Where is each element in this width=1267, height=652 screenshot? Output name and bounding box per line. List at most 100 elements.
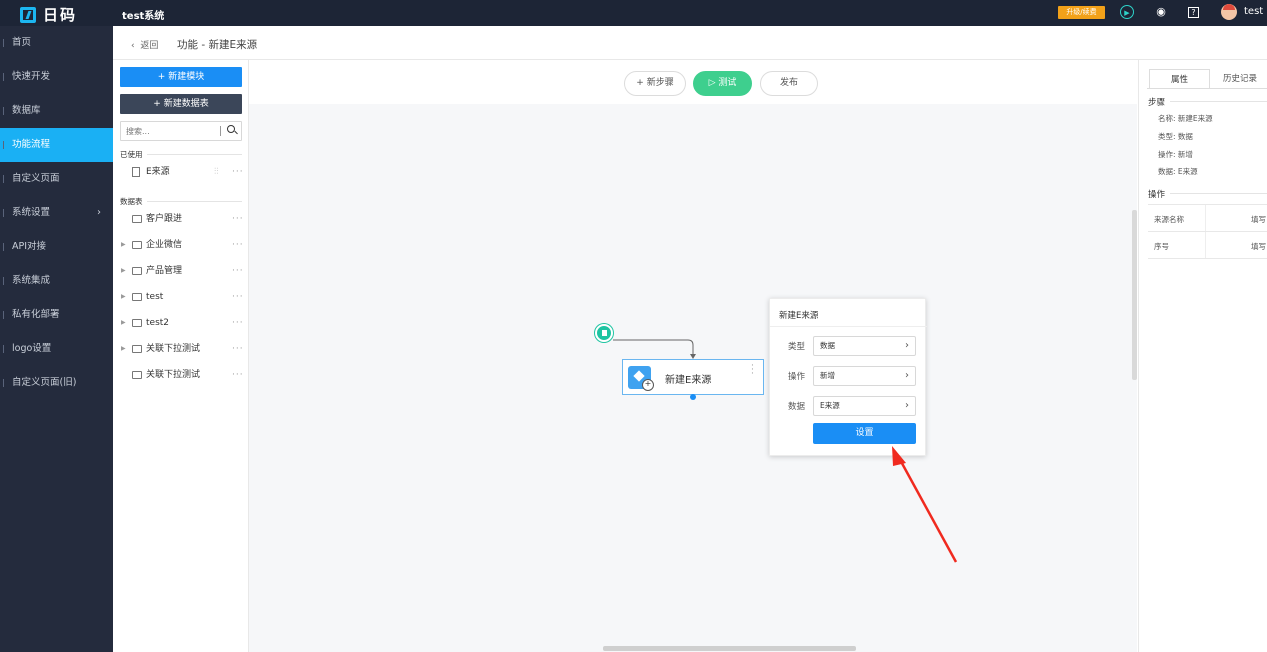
sidebar-item-quick-dev[interactable]: 快速开发: [0, 60, 113, 94]
operation-table: 来源名称 填写 序号 填写: [1148, 204, 1267, 259]
horizontal-scrollbar[interactable]: [603, 646, 856, 651]
divider: [770, 326, 927, 327]
type-label: 类型: [788, 342, 806, 352]
search-box: [120, 121, 242, 141]
step-name: 名称: 新建E来源: [1158, 114, 1213, 123]
more-icon[interactable]: ···: [232, 162, 244, 182]
sidebar-item-logo-settings[interactable]: logo设置: [0, 332, 113, 366]
back-link[interactable]: ‹ 返回: [131, 38, 158, 51]
publish-button[interactable]: 发布: [760, 71, 818, 96]
sidebar-item-database[interactable]: 数据库: [0, 94, 113, 128]
operation-select[interactable]: 新增 ›: [813, 366, 916, 386]
tab-history[interactable]: 历史记录: [1212, 69, 1267, 89]
table-item-label: 关联下拉测试: [146, 344, 201, 354]
caret-right-icon[interactable]: ▶: [121, 313, 126, 333]
help-icon[interactable]: ?: [1188, 7, 1199, 18]
sidebar-item-home[interactable]: 首页: [0, 26, 113, 60]
sliders-icon[interactable]: ⫶⫶: [214, 162, 219, 182]
more-icon[interactable]: ···: [232, 235, 244, 255]
flow-node[interactable]: 新建E来源 ···: [622, 359, 764, 395]
more-icon[interactable]: ···: [232, 209, 244, 229]
avatar[interactable]: [1221, 4, 1237, 20]
fill-link[interactable]: 填写: [1251, 241, 1266, 252]
table-item[interactable]: ▶ test2 ···: [113, 313, 248, 333]
canvas-toolbar: + 新步骤 ▷ 测试 发布: [249, 60, 1137, 104]
logo-text: 日码: [43, 6, 78, 24]
caret-right-icon[interactable]: ▶: [121, 261, 126, 281]
folder-icon: [132, 267, 142, 275]
sidebar-item-integration[interactable]: 系统集成: [0, 264, 113, 298]
sidebar-item-custom-page[interactable]: 自定义页面: [0, 162, 113, 196]
folder-icon: [132, 371, 142, 379]
divider: [1170, 193, 1267, 194]
sidebar-item-api[interactable]: API对接: [0, 230, 113, 264]
top-bar: 日码 test系统 升级/续费 ▶ ◉ ? test: [0, 0, 1267, 26]
upgrade-badge[interactable]: 升级/续费: [1058, 6, 1105, 19]
new-table-button[interactable]: + 新建数据表: [120, 94, 242, 114]
table-item[interactable]: ▶ 企业微信 ···: [113, 235, 248, 255]
node-output-port[interactable]: [690, 394, 696, 400]
node-label: 新建E来源: [665, 375, 712, 386]
more-icon[interactable]: ···: [232, 313, 244, 333]
left-panel: + 新建模块 + 新建数据表 已使用 E来源 ⫶⫶ ··· 数据表 客户跟进 ·…: [113, 60, 249, 652]
document-icon: [132, 167, 140, 177]
table-item-label: 产品管理: [146, 266, 183, 276]
app-logo[interactable]: 日码: [20, 4, 77, 25]
table-item-label: 关联下拉测试: [146, 370, 201, 380]
table-item[interactable]: ▶ 关联下拉测试 ···: [113, 339, 248, 359]
play-icon[interactable]: ▶: [1120, 5, 1134, 19]
cube-add-icon: [628, 366, 654, 391]
new-module-button[interactable]: + 新建模块: [120, 67, 242, 87]
chevron-right-icon: ›: [905, 400, 909, 411]
start-flag-icon[interactable]: [595, 324, 613, 342]
table-item[interactable]: ▶ test ···: [113, 287, 248, 307]
sidebar-item-custom-page-old[interactable]: 自定义页面(旧): [0, 366, 113, 400]
table-row: 序号 填写: [1148, 232, 1267, 259]
node-config-popup: 新建E来源 类型 数据 › 操作 新增 › 数据 E来源 › 设置: [769, 298, 927, 456]
caret-right-icon[interactable]: ▶: [121, 339, 126, 359]
settings-button[interactable]: 设置: [813, 423, 916, 444]
used-item[interactable]: E来源 ⫶⫶ ···: [113, 162, 248, 182]
new-step-button[interactable]: + 新步骤: [624, 71, 686, 96]
type-select[interactable]: 数据 ›: [813, 336, 916, 356]
more-icon[interactable]: ···: [232, 365, 244, 385]
vertical-scrollbar[interactable]: [1132, 210, 1137, 380]
caret-right-icon[interactable]: ▶: [121, 287, 126, 307]
table-row: 来源名称 填写: [1148, 205, 1267, 232]
more-icon[interactable]: ···: [232, 339, 244, 359]
search-icon[interactable]: [227, 125, 235, 133]
table-item[interactable]: ▶ 产品管理 ···: [113, 261, 248, 281]
sidebar-item-workflow[interactable]: 功能流程: [0, 128, 113, 162]
search-input[interactable]: [121, 122, 216, 140]
data-label: 数据: [788, 402, 806, 412]
table-item-label: test2: [146, 318, 170, 328]
table-item-label: 企业微信: [146, 240, 183, 250]
divider: [147, 201, 242, 202]
row-key: 序号: [1154, 242, 1169, 251]
table-item-label: 客户跟进: [146, 214, 183, 224]
operation-label: 操作: [788, 372, 806, 382]
tables-section-label: 数据表: [120, 197, 143, 206]
caret-right-icon[interactable]: ▶: [121, 235, 126, 255]
eye-icon[interactable]: ◉: [1154, 5, 1168, 19]
more-icon[interactable]: ···: [232, 287, 244, 307]
tab-properties[interactable]: 属性: [1149, 69, 1210, 89]
chevron-right-icon: ›: [905, 370, 909, 381]
table-item[interactable]: 关联下拉测试 ···: [113, 365, 248, 385]
operation-section-label: 操作: [1148, 190, 1166, 200]
chevron-right-icon: ›: [905, 340, 909, 351]
more-icon[interactable]: ···: [232, 261, 244, 281]
sidebar-item-settings[interactable]: 系统设置 ›: [0, 196, 113, 230]
divider: [1205, 205, 1206, 231]
table-item-label: test: [146, 292, 164, 302]
sidebar-item-private-deploy[interactable]: 私有化部署: [0, 298, 113, 332]
more-vertical-icon[interactable]: · · ·: [751, 362, 755, 379]
username[interactable]: test: [1244, 6, 1263, 17]
sidebar-item-label: 系统设置: [12, 207, 51, 218]
test-button[interactable]: ▷ 测试: [693, 71, 752, 96]
data-select[interactable]: E来源 ›: [813, 396, 916, 416]
fill-link[interactable]: 填写: [1251, 214, 1266, 225]
operation-value: 新增: [820, 371, 835, 380]
table-item[interactable]: 客户跟进 ···: [113, 209, 248, 229]
flow-canvas[interactable]: + 新步骤 ▷ 测试 发布: [249, 60, 1137, 652]
